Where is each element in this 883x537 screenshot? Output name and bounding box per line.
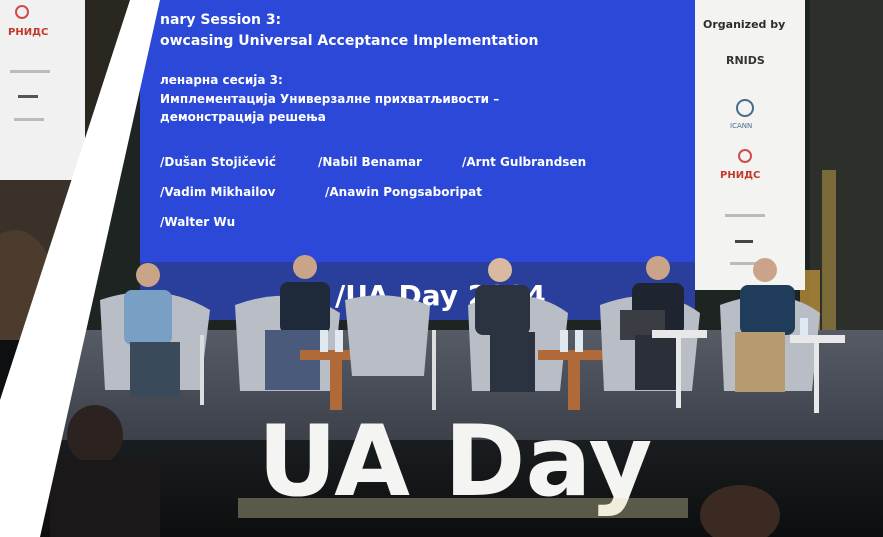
ua-day-sign: UA Day — [238, 405, 688, 519]
chair — [345, 295, 430, 376]
session-subtitle-sr-1: Имплементација Универзалне прихватљивост… — [160, 92, 499, 106]
session-subtitle-sr-2: демонстрација решења — [160, 110, 326, 124]
speaker-name: /Vadim Mikhailov — [160, 185, 276, 199]
speaker-name: /Walter Wu — [160, 215, 235, 229]
session-title-sr: ленарна сесија 3: — [160, 73, 283, 87]
left-logo-text: PHИДС — [8, 27, 48, 38]
photo-canvas: PHИДС nary Session 3: owcasing Universal… — [0, 0, 883, 537]
conference-photo: PHИДС nary Session 3: owcasing Universal… — [0, 0, 883, 537]
speaker-name: /Dušan Stojičević — [160, 155, 276, 169]
sponsor-logo-2: ICANN — [730, 122, 752, 130]
projection-screen: nary Session 3: owcasing Universal Accep… — [140, 0, 695, 320]
sponsor-panel: Organized by RNIDS ICANN PHИДС — [695, 0, 805, 290]
mic-stand — [200, 335, 204, 405]
session-title-en: nary Session 3: — [160, 12, 281, 28]
speaker-name: /Anawin Pongsaboripat — [325, 185, 482, 199]
sponsor-logo-1: RNIDS — [726, 54, 765, 67]
audience-head — [67, 405, 123, 465]
mic-stand — [432, 330, 436, 410]
speaker-name: /Arnt Gulbrandsen — [462, 155, 586, 169]
speaker-name: /Nabil Benamar — [318, 155, 422, 169]
sponsor-logo-3: PHИДС — [720, 170, 760, 181]
organized-by-label: Organized by — [703, 18, 785, 31]
session-subtitle-en: owcasing Universal Acceptance Implementa… — [160, 33, 539, 49]
